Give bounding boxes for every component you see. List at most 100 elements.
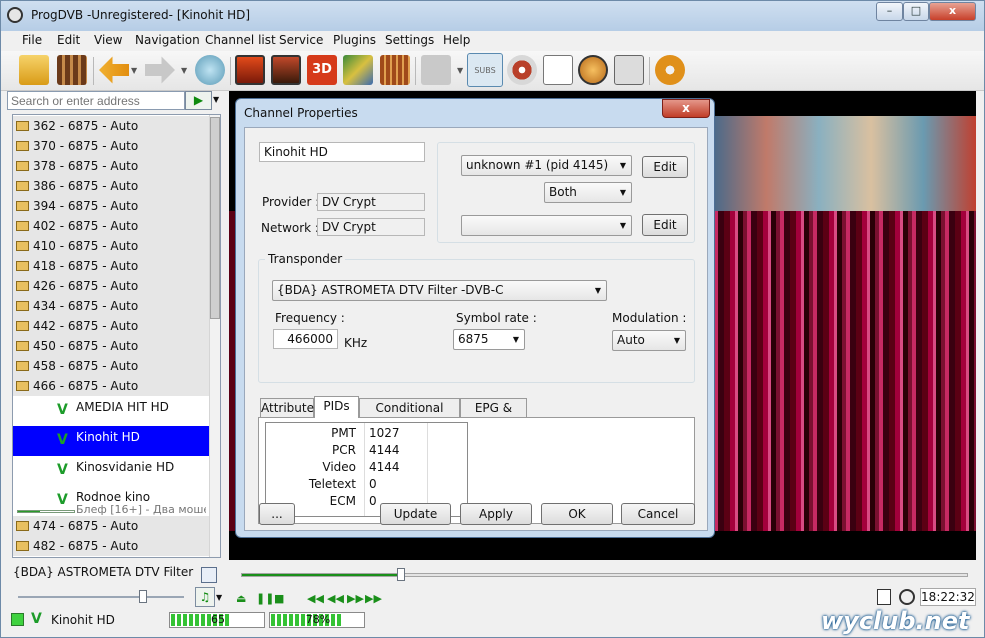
app-icon [7, 7, 23, 23]
address-input[interactable] [7, 91, 185, 110]
search-globe-icon[interactable] [195, 55, 225, 85]
audio-dropdown-icon[interactable]: ▼ [216, 593, 222, 602]
signal-level-value: 65 [211, 613, 225, 626]
picture-icon[interactable] [343, 55, 373, 85]
channel-list[interactable]: 362 - 6875 - Auto 370 - 6875 - Auto 378 … [12, 114, 221, 558]
transponder-device-select[interactable]: {BDA} ASTROMETA DTV Filter -DVB-C ▼ [272, 280, 607, 301]
menu-plugins[interactable]: Plugins [333, 33, 376, 47]
menu-navigation[interactable]: Navigation [135, 33, 200, 47]
channel-name-field[interactable]: Kinohit HD [259, 142, 425, 162]
transponder-item[interactable]: 410 - 6875 - Auto [13, 236, 209, 256]
transponder-item[interactable]: 378 - 6875 - Auto [13, 156, 209, 176]
transponder-item[interactable]: 370 - 6875 - Auto [13, 136, 209, 156]
minimize-button[interactable]: – [876, 2, 903, 21]
secondary-select[interactable]: ▼ [461, 215, 632, 236]
tv-icon[interactable] [271, 55, 301, 85]
timer-icon[interactable] [899, 589, 915, 605]
menu-channel-list[interactable]: Channel list [205, 33, 276, 47]
channel-item[interactable]: V Kinosvidanie HD [13, 456, 209, 486]
tab-epg-logo[interactable]: EPG & Logo [460, 398, 527, 433]
volume-slider-thumb[interactable] [139, 590, 147, 603]
transponder-item[interactable]: 386 - 6875 - Auto [13, 176, 209, 196]
dialog-close-button[interactable]: x [662, 99, 710, 118]
transponder-item[interactable]: 458 - 6875 - Auto [13, 356, 209, 376]
clock-icon[interactable] [578, 55, 608, 85]
menu-view[interactable]: View [94, 33, 122, 47]
transponder-item[interactable]: 482 - 6875 - Auto [13, 536, 209, 556]
list-view-icon[interactable] [201, 567, 217, 583]
epg-icon[interactable] [614, 55, 644, 85]
cancel-button[interactable]: Cancel [621, 503, 695, 525]
folder-icon [16, 301, 29, 311]
pause-icon[interactable]: ❚❚ [256, 592, 274, 605]
pid-row: Video 4144 [322, 460, 400, 474]
transponder-item[interactable]: 450 - 6875 - Auto [13, 336, 209, 356]
update-button[interactable]: Update [380, 503, 451, 525]
open-folder-icon[interactable] [19, 55, 49, 85]
menu-file[interactable]: File [22, 33, 42, 47]
modulation-select[interactable]: Auto ▼ [612, 330, 686, 351]
transponder-item[interactable]: 394 - 6875 - Auto [13, 196, 209, 216]
menu-settings[interactable]: Settings [385, 33, 434, 47]
symbol-rate-label: Symbol rate : [456, 311, 537, 325]
frequency-field[interactable]: 466000 [273, 329, 338, 349]
tab-pids[interactable]: PIDs [314, 396, 359, 418]
close-button[interactable]: x [929, 2, 976, 21]
transponder-item[interactable]: 474 - 6875 - Auto [13, 516, 209, 536]
transponder-item[interactable]: 418 - 6875 - Auto [13, 256, 209, 276]
tiles-dropdown-icon[interactable]: ▼ [457, 66, 463, 75]
back-arrow-icon[interactable] [99, 56, 129, 84]
forward-icon[interactable]: ▶▶ [347, 592, 364, 605]
tab-attributes[interactable]: Attributes [260, 398, 320, 418]
folder-icon [16, 361, 29, 371]
equalizer-icon[interactable] [877, 589, 891, 605]
tiles-icon[interactable] [421, 55, 451, 85]
audio-button[interactable]: ♫ [195, 587, 215, 607]
transponder-item-expanded[interactable]: 466 - 6875 - Auto [13, 376, 209, 396]
menu-edit[interactable]: Edit [57, 33, 80, 47]
seek-thumb[interactable] [397, 568, 405, 581]
back-dropdown-icon[interactable]: ▼ [131, 66, 137, 75]
forward-dropdown-icon[interactable]: ▼ [181, 66, 187, 75]
eject-icon[interactable]: ⏏ [236, 592, 246, 605]
stop-icon[interactable]: ■ [274, 592, 284, 605]
symbol-rate-select[interactable]: 6875 ▼ [453, 329, 525, 350]
notes-icon[interactable] [543, 55, 573, 85]
channel-name: Kinohit HD [76, 430, 140, 444]
audio-edit-button[interactable]: Edit [642, 156, 688, 178]
monitor-icon[interactable] [235, 55, 265, 85]
channel-item[interactable]: V AMEDIA HIT HD [13, 396, 209, 426]
maximize-button[interactable]: □ [903, 2, 929, 21]
more-button[interactable]: ... [259, 503, 295, 525]
rewind-icon[interactable]: ◀◀ [327, 592, 344, 605]
transponder-item[interactable]: 362 - 6875 - Auto [13, 116, 209, 136]
forward-arrow-icon[interactable] [145, 56, 175, 84]
film-icon[interactable] [57, 55, 87, 85]
secondary-edit-button[interactable]: Edit [642, 214, 688, 236]
channel-item-selected[interactable]: V Kinohit HD [13, 426, 209, 456]
menu-service[interactable]: Service [279, 33, 323, 47]
volume-slider[interactable] [18, 596, 184, 598]
transponder-item[interactable]: 434 - 6875 - Auto [13, 296, 209, 316]
transponder-item[interactable]: 402 - 6875 - Auto [13, 216, 209, 236]
3d-icon[interactable]: 3D [307, 55, 337, 85]
subtitles-icon[interactable]: SUBS [467, 53, 503, 87]
tab-conditional-access[interactable]: Conditional Access [359, 398, 460, 433]
transponder-item[interactable]: 426 - 6875 - Auto [13, 276, 209, 296]
settings-gear-icon[interactable] [655, 55, 685, 85]
go-dropdown-icon[interactable]: ▼ [213, 95, 219, 104]
audio-track-select[interactable]: unknown #1 (pid 4145) ▼ [461, 155, 632, 176]
folder-icon [16, 141, 29, 151]
skip-back-icon[interactable]: ◀◀ [307, 592, 324, 605]
audio-mode-select[interactable]: Both ▼ [544, 182, 632, 203]
menu-help[interactable]: Help [443, 33, 470, 47]
channel-list-scroll-thumb[interactable] [210, 117, 220, 319]
transponder-item[interactable]: 442 - 6875 - Auto [13, 316, 209, 336]
ok-button[interactable]: OK [541, 503, 613, 525]
mosaic-icon[interactable] [380, 55, 410, 85]
go-button[interactable]: ▶ [185, 91, 212, 110]
channel-item[interactable]: V Rodnoe kino Блеф [16+] - Два моше... [13, 486, 209, 516]
skip-forward-icon[interactable]: ▶▶ [365, 592, 382, 605]
apply-button[interactable]: Apply [460, 503, 532, 525]
record-disc-icon[interactable] [507, 55, 537, 85]
